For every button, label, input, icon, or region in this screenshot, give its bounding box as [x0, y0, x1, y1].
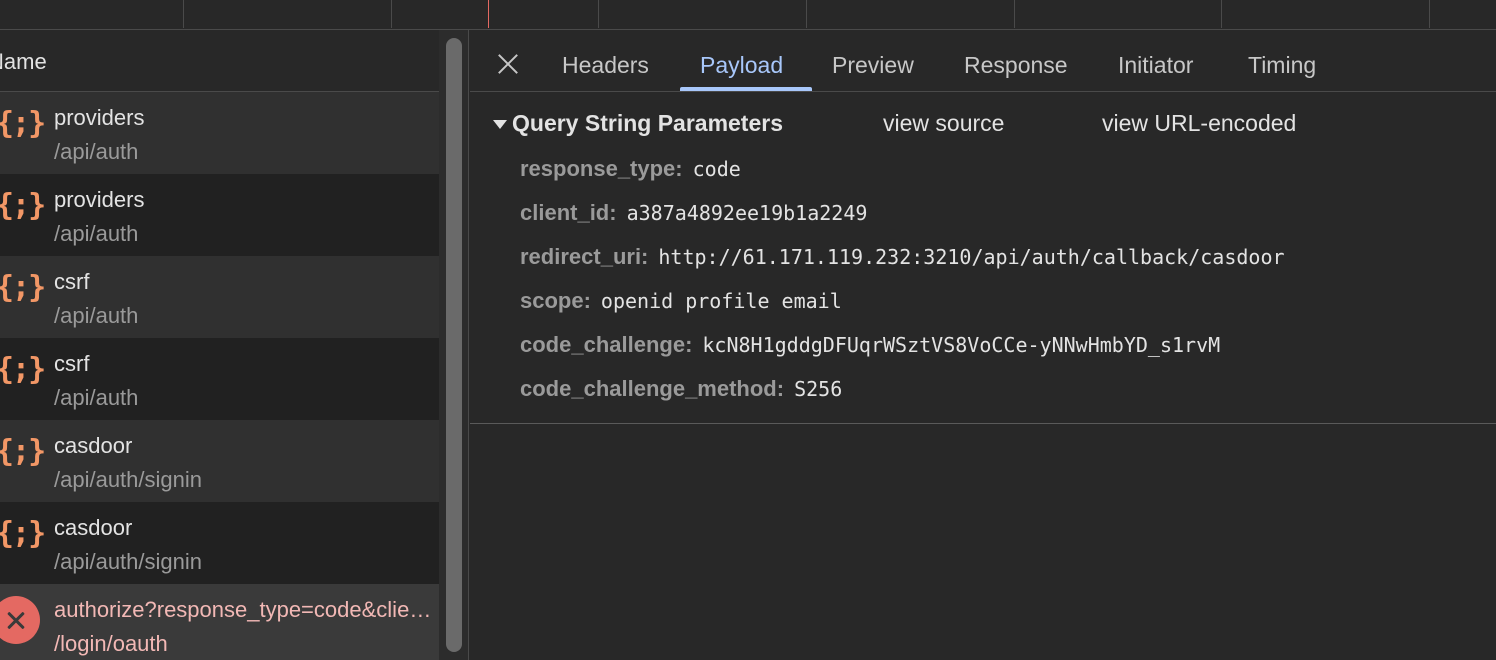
param-value: kcN8H1gddgDFUqrWSztVS8VoCCe-yNNwHmbYD_s1… [702, 333, 1221, 357]
request-row[interactable]: {;} csrf /api/auth [0, 338, 439, 420]
fetch-icon: {;} [0, 106, 46, 141]
tab-preview[interactable]: Preview [832, 52, 914, 79]
request-row[interactable]: {;} providers /api/auth [0, 92, 439, 174]
request-list: Name {;} providers /api/auth {;} provide… [0, 30, 439, 660]
request-path: /login/oauth [54, 631, 168, 656]
request-row[interactable]: {;} casdoor /api/auth/signin [0, 502, 439, 584]
request-name: providers [54, 187, 145, 212]
request-path: /api/auth [54, 139, 139, 164]
query-string-parameters-section: Query String Parameters view source view… [470, 92, 1496, 424]
view-source-button[interactable]: view source [883, 110, 1004, 137]
timeline-gridline [1014, 0, 1015, 28]
param-value: openid profile email [600, 289, 842, 313]
fetch-icon: {;} [0, 516, 46, 551]
fetch-icon: {;} [0, 270, 46, 305]
request-row[interactable]: {;} providers /api/auth [0, 174, 439, 256]
request-name: csrf [54, 351, 90, 376]
details-tabbar: Headers Payload Preview Response Initiat… [470, 30, 1496, 92]
name-column-header[interactable]: Name [0, 30, 439, 92]
section-title[interactable]: Query String Parameters [512, 110, 783, 137]
param-row: redirect_uri: http://61.171.119.232:3210/… [520, 244, 1285, 274]
active-tab-indicator [680, 87, 812, 91]
name-column-label: Name [0, 49, 47, 74]
timeline-gridline [1429, 0, 1430, 28]
request-name: authorize?response_type=code&client_id=a… [54, 597, 439, 622]
request-name: providers [54, 105, 145, 130]
param-row: code_challenge: kcN8H1gddgDFUqrWSztVS8VoC… [520, 332, 1220, 362]
timeline-gridline [183, 0, 184, 28]
request-path: /api/auth/signin [54, 467, 202, 492]
param-value: http://61.171.119.232:3210/api/auth/call… [658, 245, 1285, 269]
param-row: response_type: code [520, 156, 741, 186]
request-details-panel: Headers Payload Preview Response Initiat… [470, 30, 1496, 660]
param-key: redirect_uri: [520, 244, 649, 269]
scrollbar-thumb[interactable] [446, 38, 462, 652]
timeline-load-marker [488, 0, 489, 28]
request-name: casdoor [54, 515, 133, 540]
param-key: response_type: [520, 156, 683, 181]
param-value: a387a4892ee19b1a2249 [626, 201, 868, 225]
error-icon [0, 596, 40, 644]
param-key: client_id: [520, 200, 617, 225]
timeline-overview[interactable] [0, 0, 1496, 30]
tab-headers[interactable]: Headers [562, 52, 649, 79]
tab-timing[interactable]: Timing [1248, 52, 1316, 79]
param-value: S256 [794, 377, 843, 401]
request-row[interactable]: {;} casdoor /api/auth/signin [0, 420, 439, 502]
timeline-gridline [1221, 0, 1222, 28]
tab-payload[interactable]: Payload [700, 52, 783, 79]
fetch-icon: {;} [0, 434, 46, 469]
param-row: client_id: a387a4892ee19b1a2249 [520, 200, 867, 230]
tab-response[interactable]: Response [964, 52, 1068, 79]
request-path: /api/auth [54, 385, 139, 410]
fetch-icon: {;} [0, 188, 46, 223]
request-path: /api/auth/signin [54, 549, 202, 574]
request-row-selected[interactable]: authorize?response_type=code&client_id=a… [0, 584, 439, 660]
view-url-encoded-button[interactable]: view URL-encoded [1102, 110, 1296, 137]
request-path: /api/auth [54, 303, 139, 328]
param-value: code [692, 157, 741, 181]
param-key: scope: [520, 288, 591, 313]
request-name: casdoor [54, 433, 133, 458]
param-key: code_challenge_method: [520, 376, 785, 401]
timeline-gridline [598, 0, 599, 28]
param-row: code_challenge_method: S256 [520, 376, 842, 406]
collapse-triangle-icon[interactable] [493, 120, 507, 129]
param-row: scope: openid profile email [520, 288, 842, 318]
request-path: /api/auth [54, 221, 139, 246]
request-row[interactable]: {;} csrf /api/auth [0, 256, 439, 338]
timeline-gridline [806, 0, 807, 28]
fetch-icon: {;} [0, 352, 46, 387]
request-name: csrf [54, 269, 90, 294]
close-icon[interactable] [496, 52, 520, 76]
tab-initiator[interactable]: Initiator [1118, 52, 1193, 79]
timeline-gridline [391, 0, 392, 28]
param-key: code_challenge: [520, 332, 693, 357]
